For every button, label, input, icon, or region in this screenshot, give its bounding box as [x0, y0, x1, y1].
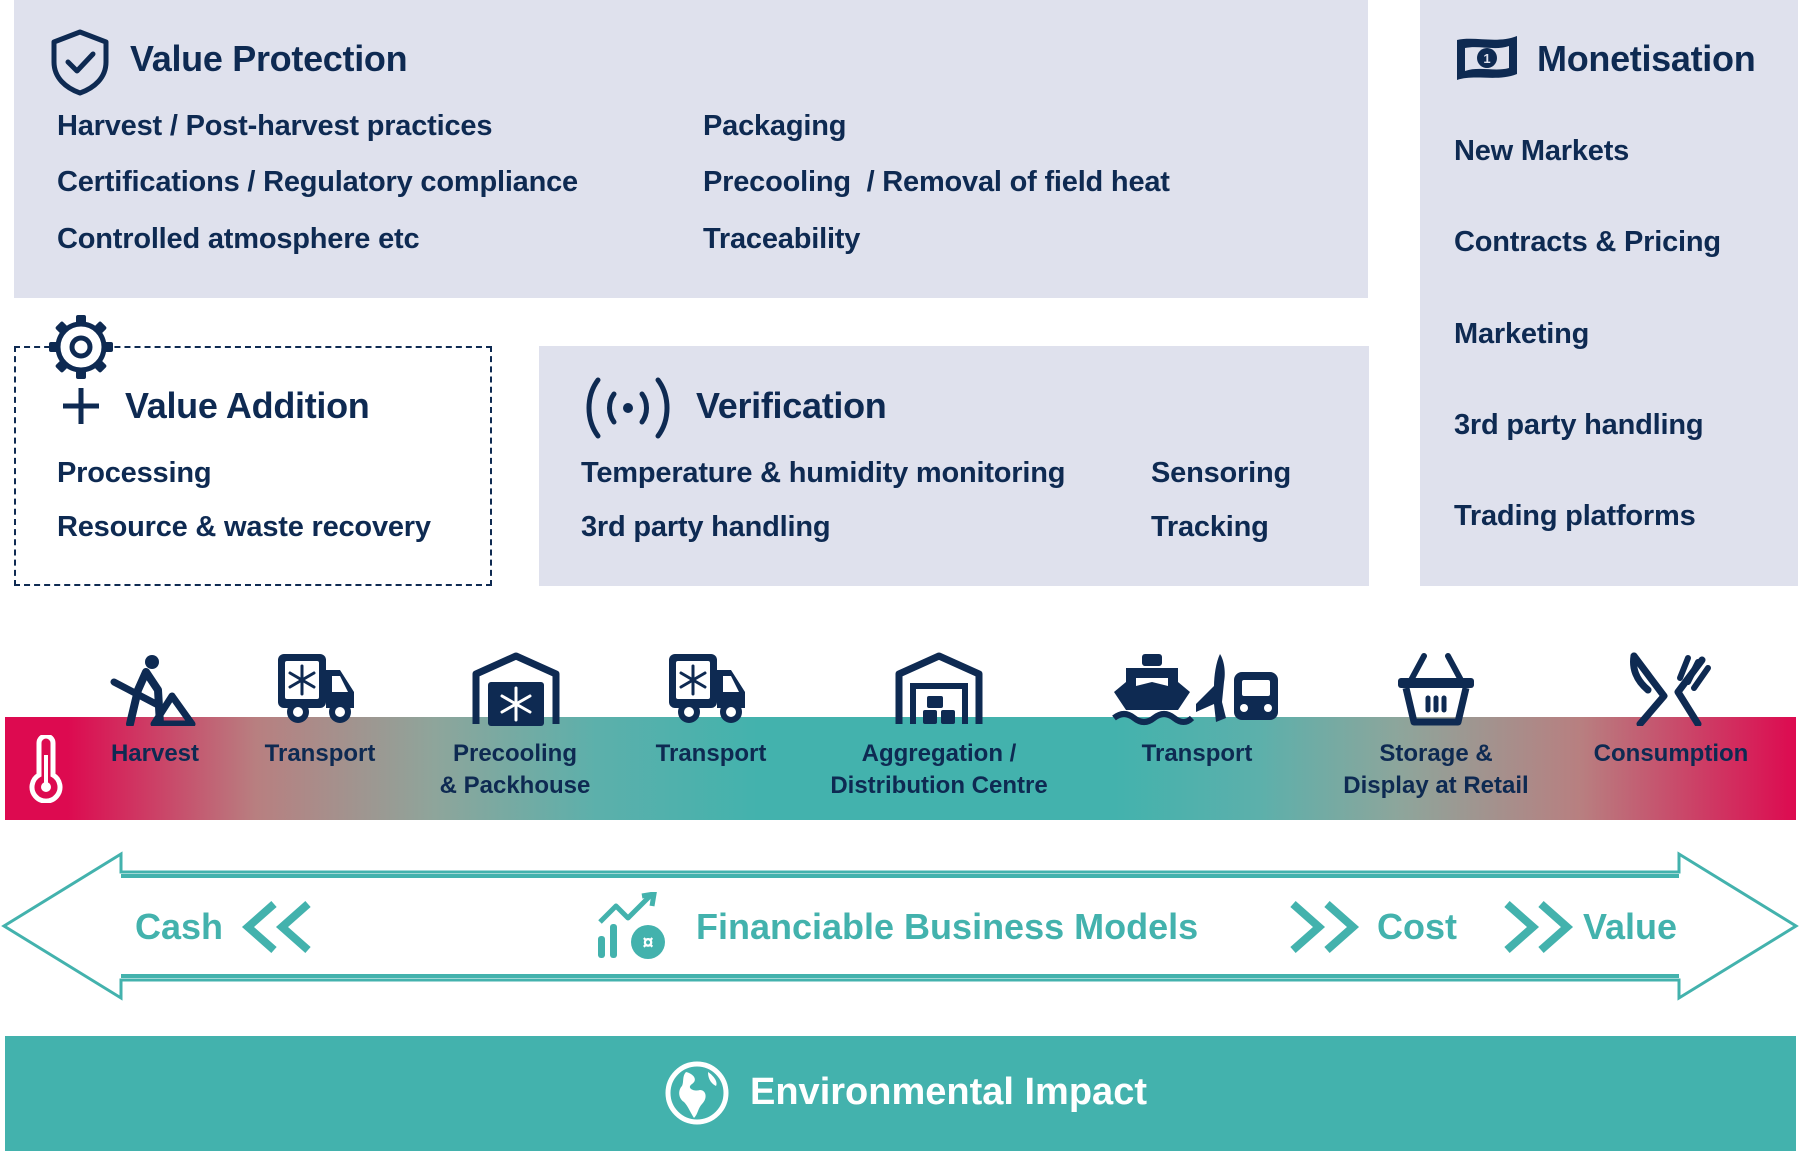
thermometer-icon [29, 735, 63, 803]
stage-label: Consumption [1593, 740, 1749, 767]
stage-label: Transport [1141, 740, 1253, 767]
value-protection-title: Value Protection [130, 38, 408, 79]
harvest-worker-icon [110, 655, 196, 726]
value-label: Value [1583, 906, 1678, 947]
value-addition-item: Processing [57, 457, 212, 489]
growth-chart-coin-icon: ¤ [598, 892, 665, 959]
vp-item: Harvest / Post-harvest practices [57, 110, 493, 142]
banknote-icon: 1 [1457, 36, 1517, 80]
environmental-impact-label: Environmental Impact [750, 1071, 1147, 1113]
verification-item: Temperature & humidity monitoring [581, 457, 1066, 489]
vp-item: Certifications / Regulatory compliance [57, 166, 578, 198]
vp-item: Controlled atmosphere etc [57, 223, 420, 255]
double-chevron-right-icon [1290, 901, 1360, 953]
knife-fork-icon [1630, 652, 1711, 726]
monetisation-item: New Markets [1454, 135, 1630, 167]
verification-item: Sensoring [1151, 457, 1291, 489]
refrigerated-truck-icon [278, 654, 354, 723]
vp-item: Packaging [703, 110, 847, 142]
ship-plane-truck-icon [1112, 654, 1278, 725]
warehouse-icon [895, 652, 983, 724]
cash-label: Cash [135, 906, 224, 947]
cold-storage-shed-icon [472, 652, 560, 726]
vp-item: Traceability [703, 223, 861, 255]
stage-label: Storage & Display at Retail [1343, 740, 1529, 799]
value-addition-title: Value Addition [125, 385, 370, 426]
shopping-basket-icon [1398, 653, 1474, 726]
monetisation-title: Monetisation [1537, 38, 1756, 79]
monetisation-item: Contracts & Pricing [1454, 226, 1721, 258]
monetisation-item: 3rd party handling [1454, 409, 1704, 441]
monetisation-item: Marketing [1454, 318, 1590, 350]
globe-icon [665, 1061, 729, 1125]
monetisation-panel [1420, 0, 1798, 586]
vp-item: Precooling / Removal of field heat [703, 166, 1170, 198]
stage-label: Transport [264, 740, 376, 767]
svg-text:¤: ¤ [642, 932, 653, 954]
double-chevron-right-icon [1504, 901, 1574, 953]
gear-plus-icon [49, 315, 113, 424]
svg-text:1: 1 [1483, 51, 1490, 66]
stage-label: Precooling & Packhouse [439, 740, 591, 799]
verification-item: Tracking [1151, 511, 1269, 543]
stage-label: Harvest [110, 740, 200, 767]
monetisation-item: Trading platforms [1454, 500, 1696, 532]
verification-item: 3rd party handling [581, 511, 831, 543]
verification-title: Verification [696, 385, 887, 426]
double-chevron-left-icon [241, 901, 311, 953]
refrigerated-truck-icon [669, 654, 745, 723]
financiable-business-models-label: Financiable Business Models [696, 906, 1199, 947]
shield-check-icon [51, 29, 109, 96]
value-addition-item: Resource & waste recovery [57, 511, 431, 543]
stage-label: Transport [655, 740, 767, 767]
broadcast-signal-icon [586, 377, 670, 439]
cost-label: Cost [1377, 906, 1457, 947]
stage-label: Aggregation / Distribution Centre [830, 740, 1048, 799]
